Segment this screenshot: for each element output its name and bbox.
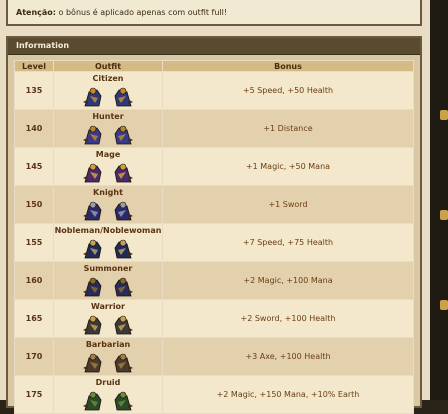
notice-message: o bônus é aplicado apenas com outfit ful… [58,8,228,17]
level-cell: 170 [14,337,54,376]
outfit-sprite-icon [83,277,102,297]
notice-label: Atenção: [16,8,56,17]
table-row: 170 Barbarian +3 Axe, +100 Health [14,337,414,376]
outfit-sprite-icon [114,353,133,373]
notice-text: Atenção: o bônus é aplicado apenas com o… [16,8,227,17]
outfit-cell: Mage [53,147,163,186]
outfit-sprite-icon [83,87,102,107]
outfit-cell: Summoner [53,261,163,300]
outfit-sprites [54,276,162,298]
outfit-sprite-icon [114,239,133,259]
outfit-sprite-icon [83,239,102,259]
page-content: Atenção: o bônus é aplicado apenas com o… [0,0,430,414]
information-panel: Information Level Outfit Bonus 135 Citize… [6,36,422,414]
outfit-sprite-icon [83,315,102,335]
frame-ornament-icon [440,210,448,220]
outfit-sprites [54,162,162,184]
table-row: 160 Summoner +2 Magic, +100 Mana [14,261,414,300]
outfit-sprites [54,352,162,374]
outfit-cell: Warrior [53,299,163,338]
level-cell: 160 [14,261,54,300]
bonus-cell: +3 Axe, +100 Health [162,337,414,376]
outfit-sprites [54,200,162,222]
outfit-cell: Hunter [53,109,163,148]
outfit-sprite-icon [83,391,102,411]
table-row: 145 Mage +1 Magic, +50 Mana [14,147,414,186]
outfit-cell: Nobleman/Noblewoman [53,223,163,262]
outfit-sprite-icon [83,201,102,221]
outfit-sprite-icon [83,163,102,183]
table-row: 140 Hunter +1 Distance [14,109,414,148]
outfit-sprite-icon [83,125,102,145]
outfit-sprite-icon [114,277,133,297]
outfit-sprite-icon [114,201,133,221]
outfit-name: Druid [95,378,121,387]
outfit-cell: Citizen [53,71,163,110]
outfit-sprites [54,124,162,146]
table-row: 135 Citizen +5 Speed, +50 Health [14,71,414,110]
table-row: 150 Knight +1 Sword [14,185,414,224]
outfit-bonus-table: Level Outfit Bonus 135 Citizen +5 Speed, +… [14,60,414,414]
bonus-cell: +2 Sword, +100 Health [162,299,414,338]
bonus-cell: +1 Sword [162,185,414,224]
outfit-name: Mage [95,150,121,159]
level-cell: 135 [14,71,54,110]
outfit-cell: Knight [53,185,163,224]
frame-ornament-icon [440,300,448,310]
outfit-name: Summoner [83,264,133,273]
header-level: Level [14,60,54,72]
outfit-sprite-icon [114,87,133,107]
outfit-sprite-icon [83,353,102,373]
outfit-name: Citizen [92,74,124,83]
level-cell: 140 [14,109,54,148]
table-row: 165 Warrior +2 Sword, +100 Health [14,299,414,338]
outfit-sprites [54,390,162,412]
level-cell: 155 [14,223,54,262]
outfit-sprites [54,314,162,336]
bonus-cell: +1 Magic, +50 Mana [162,147,414,186]
header-bonus: Bonus [162,60,414,72]
frame-ornament-icon [440,110,448,120]
level-cell: 145 [14,147,54,186]
outfit-sprites [54,86,162,108]
notice-box: Atenção: o bônus é aplicado apenas com o… [6,0,422,26]
table-row: 155 Nobleman/Noblewoman +7 Speed, +75 Heal… [14,223,414,262]
bonus-cell: +7 Speed, +75 Health [162,223,414,262]
outfit-name: Knight [93,188,123,197]
outfit-sprite-icon [114,391,133,411]
bonus-cell: +2 Magic, +100 Mana [162,261,414,300]
outfit-name: Warrior [90,302,125,311]
outfit-name: Barbarian [85,340,131,349]
outfit-cell: Barbarian [53,337,163,376]
outfit-sprite-icon [114,125,133,145]
outfit-sprite-icon [114,163,133,183]
outfit-name: Nobleman/Noblewoman [54,226,162,235]
side-frame [430,0,448,400]
outfit-sprites [54,238,162,260]
level-cell: 150 [14,185,54,224]
outfit-name: Hunter [92,112,124,121]
table-header-row: Level Outfit Bonus [14,60,414,72]
outfit-cell: Druid [53,375,163,414]
outfit-sprite-icon [114,315,133,335]
level-cell: 165 [14,299,54,338]
panel-title: Information [8,38,420,55]
bonus-cell: +2 Magic, +150 Mana, +10% Earth [162,375,414,414]
header-outfit: Outfit [53,60,163,72]
bonus-cell: +1 Distance [162,109,414,148]
table-row: 175 Druid +2 Magic, +150 Mana, +10% Earth [14,375,414,414]
level-cell: 175 [14,375,54,414]
bonus-cell: +5 Speed, +50 Health [162,71,414,110]
